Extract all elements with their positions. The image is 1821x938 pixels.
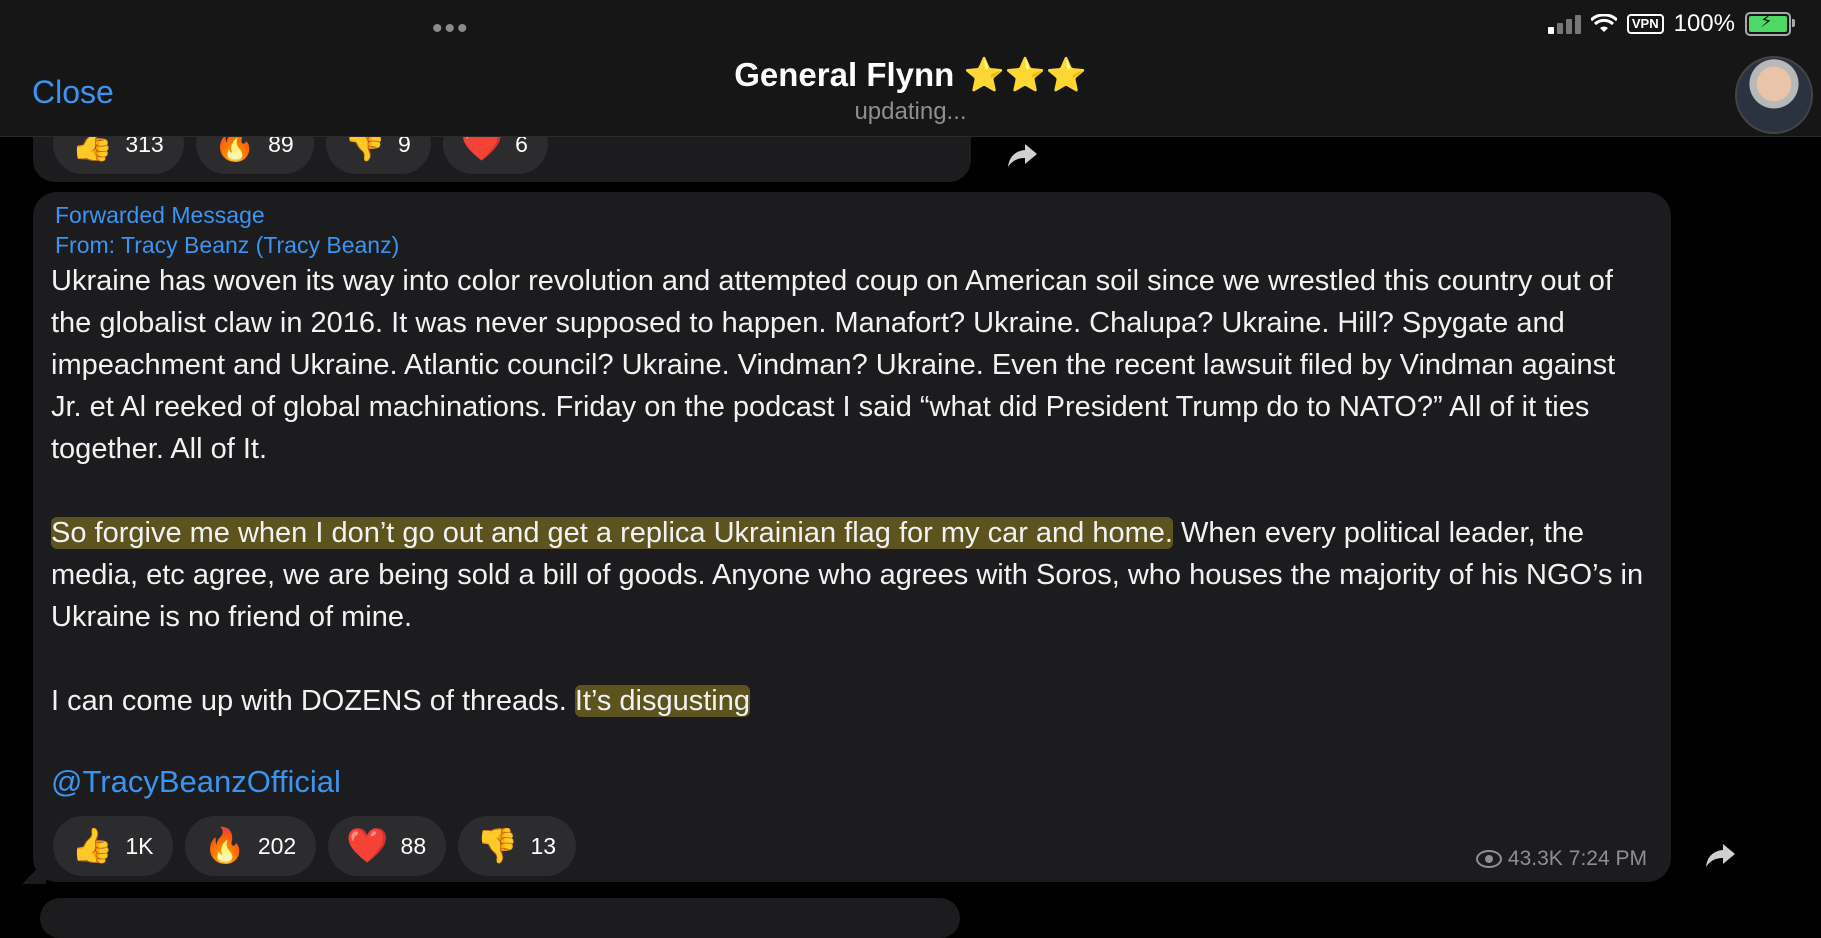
vpn-badge: VPN: [1626, 14, 1664, 34]
reaction-count: 202: [257, 832, 297, 859]
reaction-fire[interactable]: 🔥 202: [185, 816, 317, 876]
reaction-thumbs-up[interactable]: 👍 1K: [53, 816, 174, 876]
thumbs-down-icon: 👎: [476, 827, 519, 865]
share-icon[interactable]: [1703, 838, 1737, 872]
cellular-signal-icon: [1547, 14, 1581, 34]
mention-link[interactable]: @TracyBeanzOfficial: [51, 764, 341, 800]
battery-icon: ⚡: [1745, 11, 1795, 36]
message-meta: 43.3K 7:24 PM: [1475, 847, 1647, 871]
text-segment: I can come up with DOZENS of threads.: [51, 685, 575, 717]
channel-avatar[interactable]: [1735, 56, 1813, 134]
chat-title: General Flynn ⭐⭐⭐: [734, 56, 1087, 93]
highlighted-text: So forgive me when I don’t go out and ge…: [51, 517, 1173, 549]
reaction-heart[interactable]: ❤️ 88: [328, 816, 447, 876]
thumbs-up-icon: 👍: [71, 827, 114, 865]
forwarded-message-bubble: Forwarded Message From: Tracy Beanz (Tra…: [33, 192, 1671, 882]
paragraph-2: So forgive me when I don’t go out and ge…: [51, 512, 1651, 638]
reaction-count: 1K: [125, 832, 154, 859]
fire-icon: 🔥: [203, 827, 246, 865]
eye-icon: [1475, 850, 1502, 868]
wifi-icon: [1590, 14, 1617, 32]
next-message-bubble: [40, 898, 960, 938]
message-reactions: 👍 1K 🔥 202 ❤️ 88 👎 13: [53, 816, 577, 876]
message-time: 7:24 PM: [1568, 847, 1647, 870]
paragraph-3: I can come up with DOZENS of threads. It…: [51, 680, 1651, 722]
forward-header: Forwarded Message From: Tracy Beanz (Tra…: [55, 200, 399, 260]
reaction-count: 13: [530, 832, 557, 859]
chat-status: updating...: [854, 98, 967, 125]
forward-source-link[interactable]: From: Tracy Beanz (Tracy Beanz): [55, 230, 399, 260]
forwarded-label: Forwarded Message: [55, 202, 265, 228]
reaction-thumbs-down[interactable]: 👎 13: [458, 816, 577, 876]
view-count: 43.3K: [1507, 847, 1563, 870]
paragraph-1: Ukraine has woven its way into color rev…: [51, 265, 1616, 465]
share-icon[interactable]: [1005, 138, 1039, 172]
reaction-count: 88: [400, 832, 427, 859]
chat-header: ••• VPN 100% ⚡ Close General Flynn ⭐⭐⭐ u…: [0, 0, 1821, 137]
more-dots-icon[interactable]: •••: [432, 12, 470, 46]
status-bar: VPN 100% ⚡: [1547, 10, 1795, 38]
heart-icon: ❤️: [346, 827, 389, 865]
message-text: Ukraine has woven its way into color rev…: [51, 260, 1651, 764]
battery-percent: 100%: [1673, 10, 1735, 37]
highlighted-text: It’s disgusting: [574, 685, 751, 717]
